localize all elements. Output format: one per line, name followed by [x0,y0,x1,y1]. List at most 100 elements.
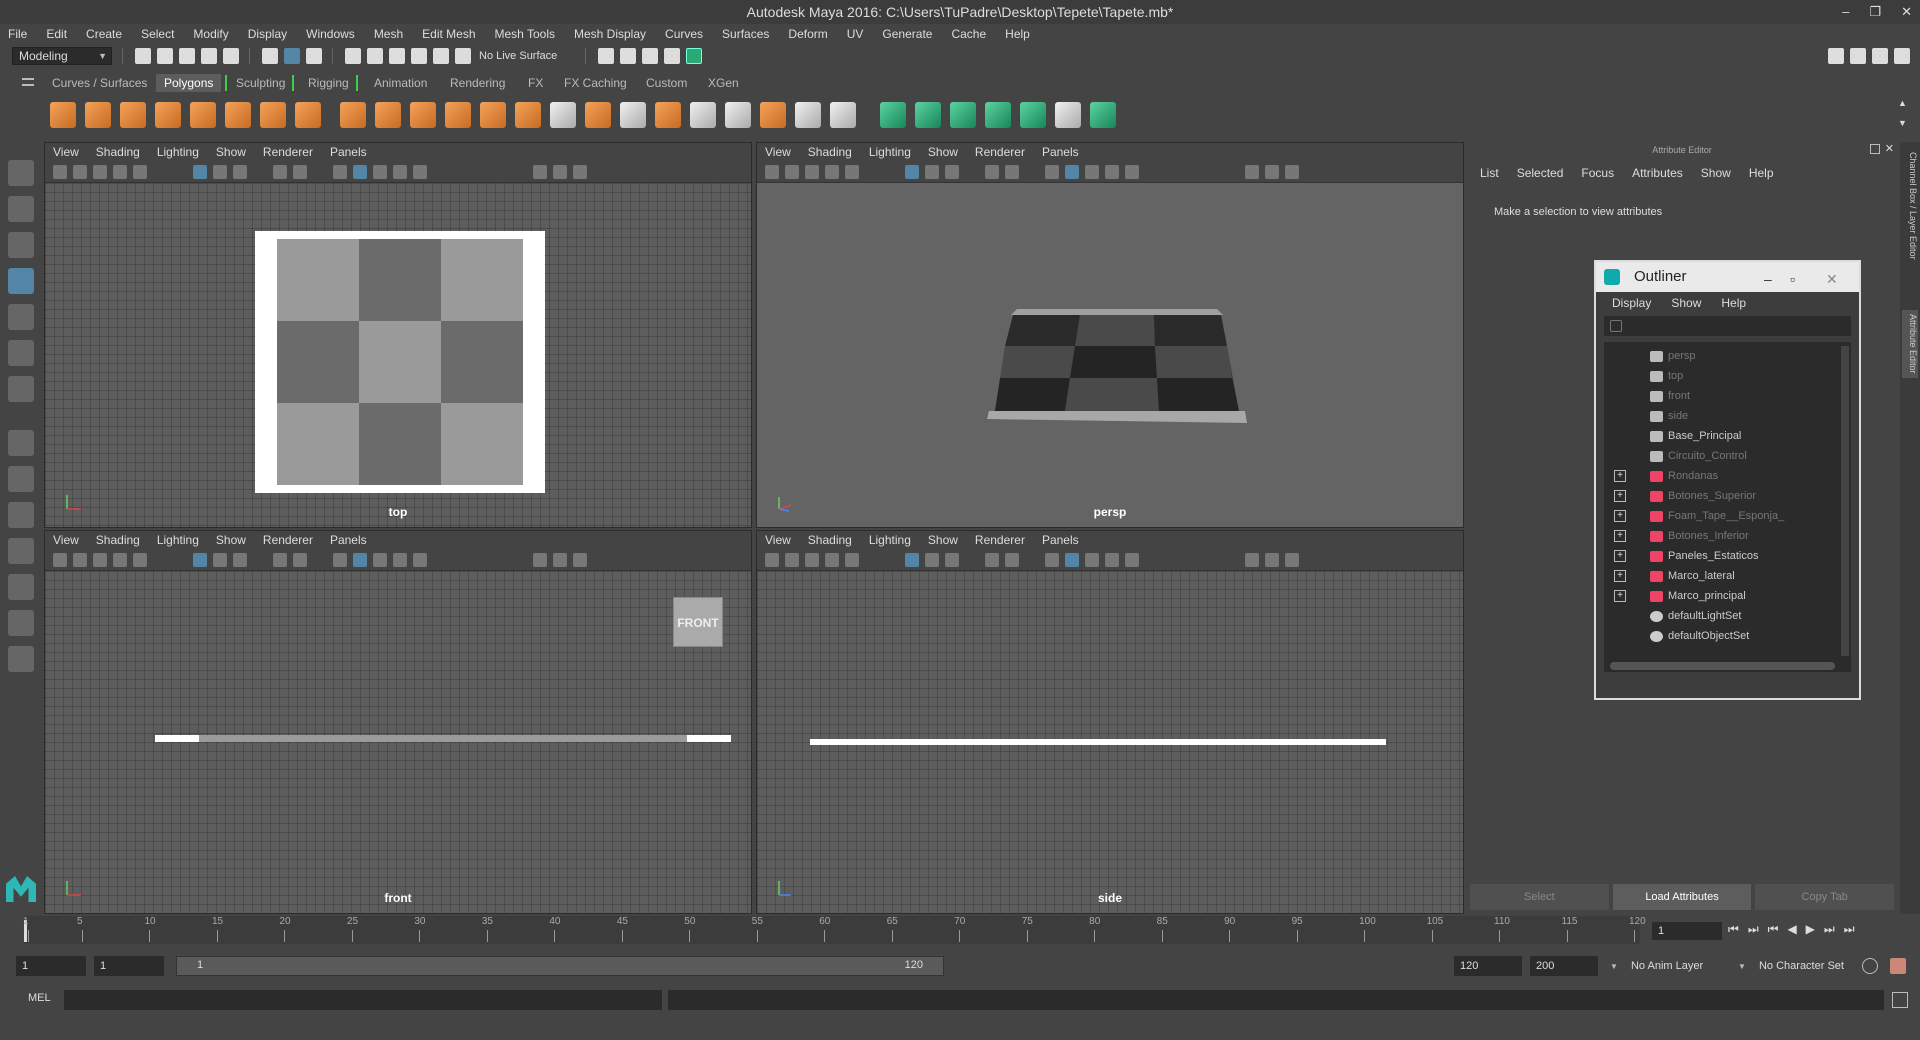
camera-attr-icon[interactable] [785,165,799,179]
current-frame-field[interactable]: 1 [1652,922,1722,940]
panel-menu-panels[interactable]: Panels [1042,145,1079,159]
menu-curves[interactable]: Curves [665,27,703,41]
camera-icon[interactable] [765,165,779,179]
tab-xgen[interactable]: XGen [700,74,747,92]
xray-icon[interactable] [1265,553,1279,567]
image-plane-icon[interactable] [113,553,127,567]
spherical-map-icon[interactable] [950,102,976,128]
panel-menu-renderer[interactable]: Renderer [263,533,313,547]
anim-end-field[interactable]: 200 [1530,956,1598,976]
preferences-icon[interactable] [1890,958,1906,974]
viewport-side[interactable]: View Shading Lighting Show Renderer Pane… [756,530,1464,914]
panel-menu-renderer[interactable]: Renderer [263,145,313,159]
outliner-item[interactable]: + Foam_Tape__Esponja_ [1604,506,1837,526]
script-editor-icon[interactable] [1892,992,1908,1008]
wireframe-icon[interactable] [333,165,347,179]
outliner-item[interactable]: front [1604,386,1837,406]
last-tool-icon[interactable] [8,376,34,402]
panel-menu-show[interactable]: Show [216,145,246,159]
safe-title-icon[interactable] [1005,165,1019,179]
bookmark-icon[interactable] [93,553,107,567]
edge-loop-icon[interactable] [690,102,716,128]
smooth-shade-icon[interactable] [1065,553,1079,567]
bookmark-icon[interactable] [93,165,107,179]
outliner-item[interactable]: side [1604,406,1837,426]
close-icon[interactable]: ✕ [1885,142,1894,155]
resolution-gate-icon[interactable] [233,165,247,179]
menu-edit-mesh[interactable]: Edit Mesh [422,27,475,41]
menu-surfaces[interactable]: Surfaces [722,27,769,41]
toggle-channel-box-icon[interactable] [1894,48,1910,64]
panel-menu-lighting[interactable]: Lighting [869,145,911,159]
auto-key-icon[interactable] [1862,958,1878,974]
new-scene-icon[interactable] [135,48,151,64]
select-component-icon[interactable] [306,48,322,64]
outliner-item[interactable]: Base_Principal [1604,426,1837,446]
textured-icon[interactable] [413,165,427,179]
menu-display[interactable]: Display [248,27,287,41]
maximize-icon[interactable]: ▫ [1790,264,1795,294]
tab-channel-box[interactable]: Channel Box / Layer Editor [1902,152,1918,260]
menu-mesh-display[interactable]: Mesh Display [574,27,646,41]
grid-icon[interactable] [193,553,207,567]
grid-icon[interactable] [905,165,919,179]
poly-cube-icon[interactable] [85,102,111,128]
select-object-icon[interactable] [284,48,300,64]
viewport-canvas[interactable]: persp [757,183,1463,527]
automatic-map-icon[interactable] [985,102,1011,128]
panel-menu-panels[interactable]: Panels [330,145,367,159]
outliner-layout-icon[interactable] [8,538,34,564]
isolate-select-icon[interactable] [533,553,547,567]
grease-pencil-icon[interactable] [845,553,859,567]
rotate-tool-icon[interactable] [8,304,34,330]
lasso-tool-icon[interactable] [8,196,34,222]
xray-icon[interactable] [553,165,567,179]
panel-menu-renderer[interactable]: Renderer [975,145,1025,159]
grease-pencil-icon[interactable] [133,165,147,179]
render-view-icon[interactable] [598,48,615,64]
outliner-menu-show[interactable]: Show [1671,296,1701,310]
isolate-select-icon[interactable] [1245,165,1259,179]
snap-curve-icon[interactable] [367,48,383,64]
xray-joints-icon[interactable] [573,553,587,567]
xray-joints-icon[interactable] [1285,553,1299,567]
shelf-scroll-up-icon[interactable]: ▲ [1898,98,1907,108]
four-view-layout-icon[interactable] [8,466,34,492]
tab-fx-caching[interactable]: FX Caching [556,74,635,92]
outliner-menu-display[interactable]: Display [1612,296,1651,310]
go-to-end-icon[interactable]: ⏭ [1844,922,1855,937]
shadows-icon[interactable] [393,553,407,567]
attr-menu-help[interactable]: Help [1749,166,1774,180]
select-button[interactable]: Select [1470,884,1609,910]
tab-attribute-editor[interactable]: Attribute Editor [1902,310,1918,378]
poly-pipe-icon[interactable] [295,102,321,128]
grid-icon[interactable] [905,553,919,567]
script-language-label[interactable]: MEL [28,992,51,1004]
panel-menu-shading[interactable]: Shading [96,145,140,159]
panel-menu-lighting[interactable]: Lighting [869,533,911,547]
open-scene-icon[interactable] [157,48,173,64]
expand-icon[interactable]: + [1614,570,1626,582]
undo-icon[interactable] [201,48,217,64]
bookmark-icon[interactable] [805,553,819,567]
extrude-icon[interactable] [480,102,506,128]
restore-button[interactable]: ❐ [1869,0,1881,24]
menu-mesh[interactable]: Mesh [374,27,403,41]
toggle-modeling-toolkit-icon[interactable] [1828,48,1844,64]
safe-title-icon[interactable] [1005,553,1019,567]
anim-layer-dropdown[interactable]: ▼ No Anim Layer [1610,956,1738,976]
panel-menu-renderer[interactable]: Renderer [975,533,1025,547]
render-settings-icon[interactable] [664,48,681,64]
panel-menu-panels[interactable]: Panels [1042,533,1079,547]
playback-start-field[interactable]: 1 [94,956,164,976]
panel-menu-lighting[interactable]: Lighting [157,533,199,547]
toggle-tool-settings-icon[interactable] [1872,48,1888,64]
panel-menu-show[interactable]: Show [216,533,246,547]
separate-icon[interactable] [375,102,401,128]
film-gate-icon[interactable] [213,165,227,179]
collapse-layouts-icon[interactable] [8,646,34,672]
anim-start-field[interactable]: 1 [16,956,86,976]
safe-action-icon[interactable] [273,165,287,179]
outliner-item[interactable]: top [1604,366,1837,386]
tab-custom[interactable]: Custom [638,74,695,92]
